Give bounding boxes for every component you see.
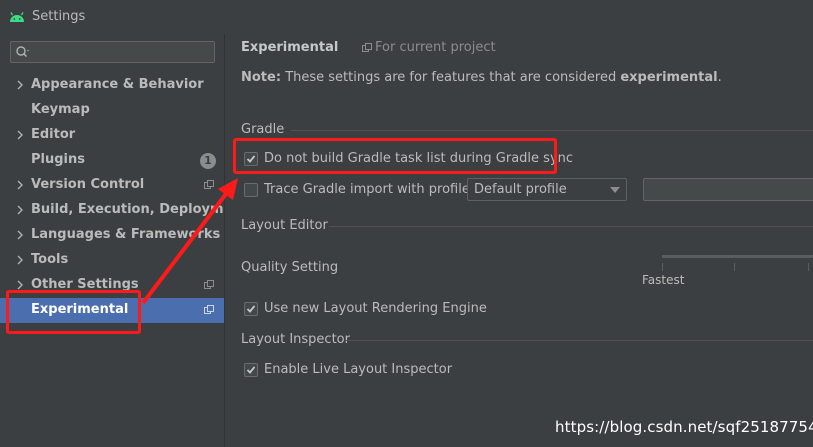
watermark: https://blog.csdn.net/sqf251877543: [555, 418, 813, 436]
annotation-arrow: [141, 178, 238, 305]
